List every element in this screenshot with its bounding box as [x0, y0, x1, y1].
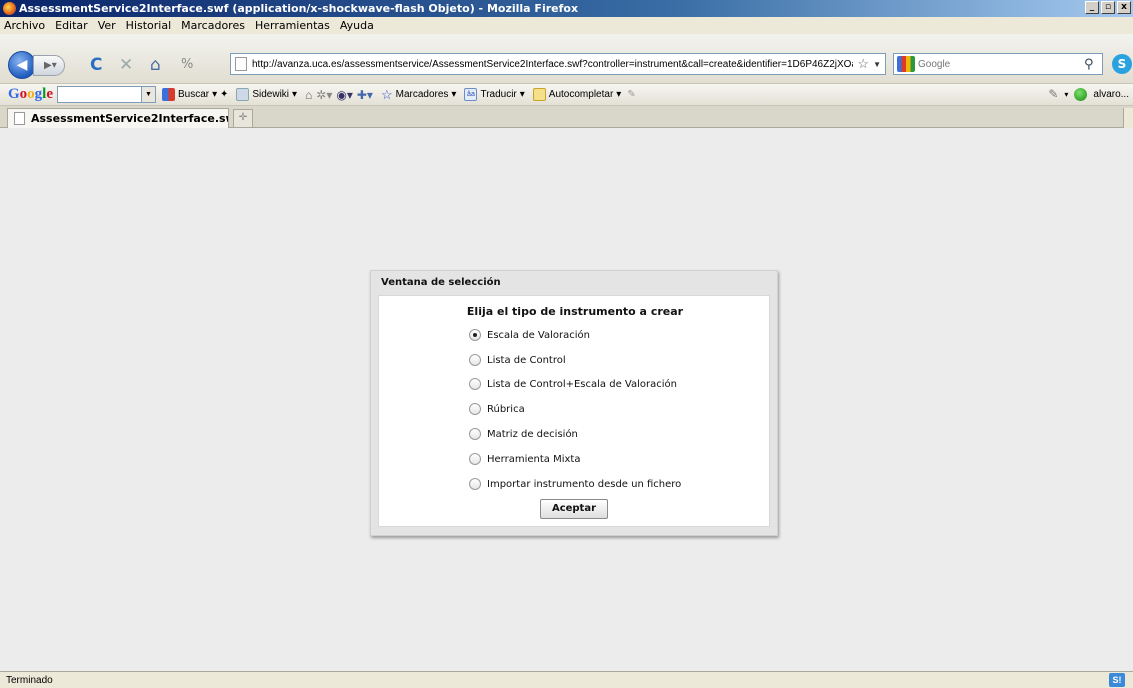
navigation-toolbar: ◀ ▶▾ C ✕ ⌂ % http://avanza.uca.es/assess… — [0, 34, 1133, 84]
google-search-dropdown[interactable]: ▼ — [142, 86, 157, 103]
autocompletar-label: Autocompletar — [548, 89, 614, 100]
toolbar-icons-group[interactable]: ⌂ ✲▾ ◉▾ ✚▾ — [305, 88, 373, 102]
url-text[interactable]: http://avanza.uca.es/assessmentservice/A… — [252, 59, 853, 70]
option-label[interactable]: Lista de Control — [487, 355, 566, 366]
online-status-icon — [1074, 87, 1088, 101]
accept-button[interactable]: Aceptar — [540, 499, 608, 519]
dialog-prompt: Elija el tipo de instrumento a crear — [466, 305, 684, 318]
dialog-title: Ventana de selección — [381, 277, 501, 288]
tab-label: AssessmentService2Interface.swf (... — [31, 112, 229, 125]
google-buscar-icon — [162, 88, 176, 101]
selection-dialog: Ventana de selección Elija el tipo de in… — [370, 270, 778, 536]
google-search-engine-icon[interactable] — [897, 56, 915, 72]
window-title: AssessmentService2Interface.swf (applica… — [19, 2, 579, 15]
option-lista-control-escala[interactable]: Lista de Control+Escala de Valoración — [469, 376, 677, 392]
addon-status-icon[interactable]: S! — [1109, 673, 1125, 687]
option-importar-fichero[interactable]: Importar instrumento desde un fichero — [469, 476, 681, 492]
option-label[interactable]: Escala de Valoración — [487, 330, 590, 341]
option-escala-valoracion[interactable]: Escala de Valoración — [469, 327, 590, 343]
window-title-bar: AssessmentService2Interface.swf (applica… — [0, 0, 1133, 17]
menu-ayuda[interactable]: Ayuda — [340, 19, 374, 32]
arrow-left-icon: ◀ — [16, 57, 28, 73]
tab-scroll-arrow[interactable] — [1123, 108, 1133, 128]
window-controls: _ ▫ x — [1085, 1, 1131, 14]
stop-icon[interactable]: ✕ — [119, 54, 133, 76]
pen-icon[interactable]: ✎ — [627, 89, 635, 100]
star-icon: ☆ — [380, 86, 393, 102]
maximize-button[interactable]: ▫ — [1101, 1, 1115, 14]
bookmark-star-icon[interactable]: ☆ — [857, 56, 869, 72]
radio-button[interactable] — [469, 378, 481, 390]
minimize-button[interactable]: _ — [1085, 1, 1099, 14]
search-placeholder[interactable]: Google — [918, 59, 1084, 70]
new-tab-button[interactable]: ✛ — [233, 109, 253, 127]
skype-icon[interactable]: S — [1112, 54, 1132, 74]
status-text: Terminado — [6, 674, 53, 686]
option-label[interactable]: Importar instrumento desde un fichero — [487, 479, 681, 490]
autofill-icon — [532, 88, 546, 101]
google-toolbar-search-input[interactable] — [57, 86, 143, 103]
status-bar: Terminado S! — [0, 671, 1133, 688]
back-button[interactable]: ◀ — [8, 51, 36, 79]
search-icon[interactable]: ⚲ — [1084, 57, 1102, 72]
puzzle-icon[interactable]: ✚▾ — [357, 88, 373, 102]
firefox-icon — [3, 2, 16, 15]
page-icon — [235, 57, 247, 71]
user-name[interactable]: alvaro... — [1093, 89, 1129, 100]
radio-button[interactable] — [469, 478, 481, 490]
option-label[interactable]: Matriz de decisión — [487, 429, 578, 440]
menu-bar: Archivo Editar Ver Historial Marcadores … — [0, 17, 1133, 34]
option-label[interactable]: Rúbrica — [487, 404, 525, 415]
menu-historial[interactable]: Historial — [126, 19, 171, 32]
google-toolbar-right: ✎ ▾ alvaro... — [1048, 87, 1129, 101]
dialog-body: Elija el tipo de instrumento a crear Esc… — [378, 295, 770, 527]
sidewiki-label: Sidewiki — [252, 89, 290, 100]
url-dropdown-icon[interactable]: ▼ — [873, 60, 881, 69]
translate-icon: âa — [464, 88, 478, 101]
menu-herramientas[interactable]: Herramientas — [255, 19, 330, 32]
radio-button[interactable] — [469, 403, 481, 415]
menu-marcadores[interactable]: Marcadores — [181, 19, 245, 32]
option-herramienta-mixta[interactable]: Herramienta Mixta — [469, 451, 580, 467]
radio-button[interactable] — [469, 329, 481, 341]
tab-bar: AssessmentService2Interface.swf (... ✛ — [0, 106, 1133, 128]
gear-icon[interactable]: ✲▾ — [316, 88, 332, 102]
close-button[interactable]: x — [1117, 1, 1131, 14]
wrench-icon[interactable]: ✎ — [1048, 87, 1058, 101]
option-lista-control[interactable]: Lista de Control — [469, 352, 566, 368]
traducir-label: Traducir — [480, 89, 517, 100]
option-label[interactable]: Lista de Control+Escala de Valoración — [487, 379, 677, 390]
globe-icon[interactable]: ◉▾ — [336, 88, 353, 102]
menu-archivo[interactable]: Archivo — [4, 19, 45, 32]
autocompletar-button[interactable]: Autocompletar ▾ ✎ — [532, 88, 636, 101]
radio-button[interactable] — [469, 453, 481, 465]
percent-icon[interactable]: % — [181, 54, 193, 76]
sidewiki-button[interactable]: Sidewiki ▾ — [236, 88, 297, 101]
search-box[interactable]: Google ⚲ — [893, 53, 1103, 75]
sidewiki-icon — [236, 88, 250, 101]
page-icon — [14, 112, 25, 125]
marcadores-label: Marcadores — [395, 89, 449, 100]
page-content: Ventana de selección Elija el tipo de in… — [0, 128, 1133, 671]
buscar-label: Buscar — [178, 89, 210, 100]
radio-button[interactable] — [469, 428, 481, 440]
menu-editar[interactable]: Editar — [55, 19, 88, 32]
google-toolbar: Google ▼ Buscar ▾ ✦ Sidewiki ▾ ⌂ ✲▾ ◉▾ ✚… — [0, 84, 1133, 106]
reload-icon[interactable]: C — [90, 54, 102, 76]
buscar-button[interactable]: Buscar ▾ ✦ — [162, 88, 228, 101]
radio-button[interactable] — [469, 354, 481, 366]
house-icon[interactable]: ⌂ — [305, 88, 312, 102]
traducir-button[interactable]: âa Traducir ▾ — [464, 88, 525, 101]
address-bar[interactable]: http://avanza.uca.es/assessmentservice/A… — [230, 53, 886, 75]
forward-button[interactable]: ▶▾ — [33, 55, 65, 76]
marcadores-button[interactable]: ☆ Marcadores ▾ — [381, 87, 457, 103]
menu-ver[interactable]: Ver — [98, 19, 116, 32]
arrow-right-icon: ▶▾ — [44, 60, 57, 71]
tab-active[interactable]: AssessmentService2Interface.swf (... — [7, 108, 229, 128]
option-rubrica[interactable]: Rúbrica — [469, 401, 525, 417]
option-matriz-decision[interactable]: Matriz de decisión — [469, 426, 578, 442]
home-icon[interactable]: ⌂ — [150, 54, 161, 76]
google-logo: Google — [8, 86, 54, 102]
option-label[interactable]: Herramienta Mixta — [487, 454, 580, 465]
